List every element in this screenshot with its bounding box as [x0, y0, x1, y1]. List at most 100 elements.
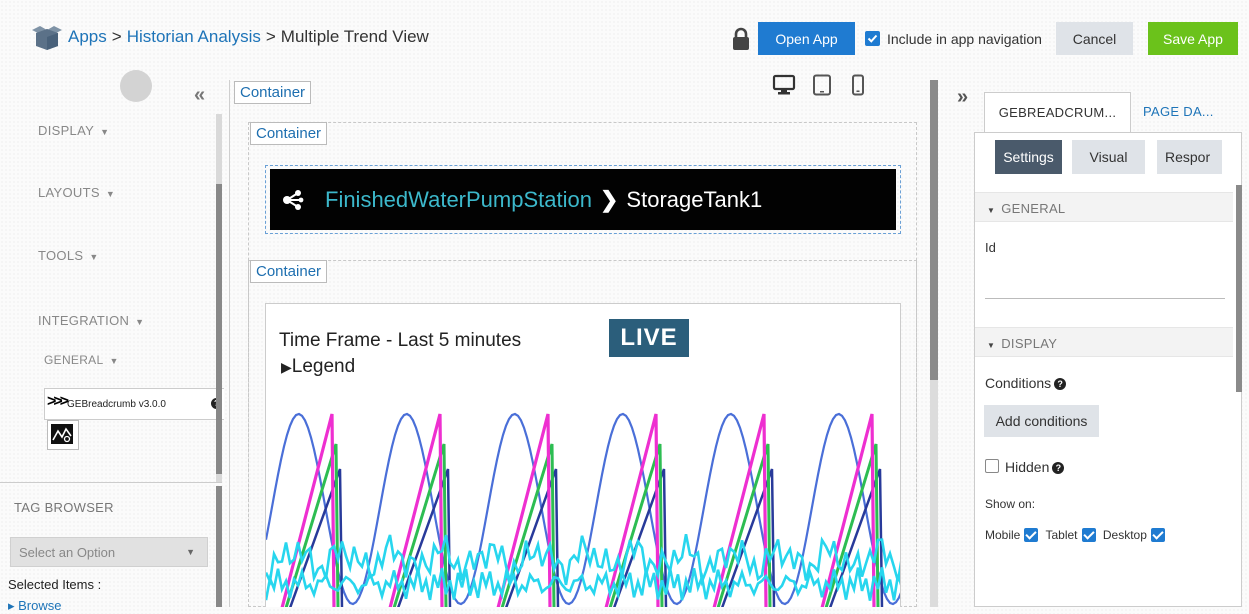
mobile-checkbox[interactable]: [1024, 528, 1039, 542]
sidebar-item-label: GENERAL: [44, 353, 104, 367]
add-conditions-button[interactable]: Add conditions: [984, 405, 1099, 437]
caret-down-icon: ▼: [109, 356, 119, 366]
lock-icon[interactable]: [732, 27, 750, 51]
desktop-checkbox[interactable]: [1150, 528, 1165, 542]
id-label: Id: [985, 240, 996, 255]
widget-trend-chart[interactable]: [47, 420, 79, 450]
display-section-header[interactable]: ▼ DISPLAY: [975, 327, 1233, 357]
tab-gebreadcrumb[interactable]: GEBREADCRUM...: [984, 92, 1131, 132]
caret-down-icon: ▼: [105, 189, 116, 199]
breadcrumb-bar: FinishedWaterPumpStation ❯ StorageTank1: [270, 169, 896, 230]
device-mobile-label: Mobile: [985, 528, 1021, 542]
hidden-label[interactable]: Hidden: [1005, 459, 1049, 475]
expand-right-icon[interactable]: »: [957, 86, 968, 109]
tablet-checkbox[interactable]: [1081, 528, 1096, 542]
desktop-icon[interactable]: [772, 74, 796, 96]
breadcrumb-separator: >: [265, 27, 276, 46]
selected-items-label: Selected Items :: [8, 577, 102, 592]
canvas-border: [229, 80, 230, 607]
browse-label: Browse: [18, 598, 62, 613]
collapse-left-icon[interactable]: «: [194, 84, 205, 107]
trend-chart-widget[interactable]: Time Frame - Last 5 minutes LIVE ▶Legend: [265, 303, 901, 607]
include-nav-checkbox[interactable]: [865, 31, 880, 46]
caret-down-icon: ▼: [100, 127, 110, 137]
legend-label: Legend: [291, 356, 356, 377]
section-title: GENERAL: [1001, 201, 1066, 216]
include-nav-label[interactable]: Include in app navigation: [887, 31, 1042, 47]
live-badge[interactable]: LIVE: [609, 319, 689, 357]
conditions-row: Conditions?: [985, 375, 1067, 391]
expand-arrow-icon: ▸: [8, 598, 19, 613]
tag-browser-title: TAG BROWSER: [14, 500, 114, 515]
avatar[interactable]: [120, 70, 152, 102]
trend-plot[interactable]: [266, 399, 901, 607]
breadcrumb-separator: >: [111, 27, 122, 46]
scrollbar-thumb[interactable]: [930, 80, 938, 380]
breadcrumb-apps-link[interactable]: Apps: [68, 27, 107, 46]
sidebar-item-label: INTEGRATION: [38, 313, 130, 328]
tab-responsive[interactable]: Respor: [1157, 140, 1222, 174]
widget-label: GEBreadcrumb v3.0.0: [67, 399, 166, 410]
breadcrumb-current-asset: StorageTank1: [626, 187, 763, 212]
legend-toggle[interactable]: ▶Legend: [281, 356, 355, 378]
box-logo-icon: [32, 26, 62, 50]
tab-settings[interactable]: Settings: [995, 140, 1062, 174]
cancel-button[interactable]: Cancel: [1056, 22, 1133, 55]
sidebar-item-display[interactable]: DISPLAY ▼: [38, 123, 109, 138]
conditions-label: Conditions: [985, 375, 1052, 391]
container-label[interactable]: Container: [234, 81, 312, 104]
tag-browser-scrollbar[interactable]: [216, 486, 222, 607]
sidebar-scrollbar[interactable]: [216, 114, 222, 482]
tablet-icon[interactable]: [812, 74, 832, 96]
widget-gebreadcrumb[interactable]: >>> GEBreadcrumb v3.0.0 ?: [44, 388, 224, 420]
time-frame-label[interactable]: Time Frame - Last 5 minutes: [279, 330, 521, 352]
hidden-row: Hidden?: [1005, 459, 1065, 475]
device-desktop-label: Desktop: [1102, 528, 1147, 542]
tab-visual[interactable]: Visual: [1072, 140, 1145, 174]
caret-down-icon: ▼: [89, 252, 99, 262]
scrollbar-thumb[interactable]: [216, 184, 222, 474]
section-title: DISPLAY: [1001, 336, 1058, 351]
divider: [0, 482, 222, 483]
sidebar-subitem-general[interactable]: GENERAL ▼: [44, 353, 119, 367]
breadcrumb-path: FinishedWaterPumpStation ❯ StorageTank1: [325, 187, 762, 213]
device-tablet-label: Tablet: [1045, 528, 1078, 542]
properties-scrollbar[interactable]: [1236, 185, 1242, 392]
id-field-underline: [985, 298, 1225, 299]
open-app-button[interactable]: Open App: [758, 22, 855, 55]
breadcrumb-current-page: Multiple Trend View: [280, 27, 429, 46]
breadcrumb-asset-link[interactable]: FinishedWaterPumpStation: [325, 187, 592, 212]
chevron-right-icon: ❯: [599, 187, 619, 212]
sidebar-item-label: LAYOUTS: [38, 185, 100, 200]
browse-link[interactable]: ▸ Browse: [8, 598, 62, 614]
breadcrumb-widget-icon: >>>: [47, 393, 69, 410]
caret-down-icon: ▼: [135, 317, 145, 327]
tag-select-dropdown[interactable]: Select an Option ▼: [10, 537, 208, 567]
id-field[interactable]: [985, 268, 1225, 296]
device-visibility-row: Mobile Tablet Desktop: [985, 528, 1169, 542]
triangle-down-icon: ▼: [987, 206, 996, 215]
general-section-header[interactable]: ▼ GENERAL: [975, 192, 1233, 222]
hierarchy-icon: [283, 190, 304, 210]
sidebar-item-tools[interactable]: TOOLS ▼: [38, 248, 99, 263]
breadcrumb-app-link[interactable]: Historian Analysis: [127, 27, 261, 46]
breadcrumb: Apps > Historian Analysis > Multiple Trend V…: [68, 27, 429, 47]
container-label[interactable]: Container: [250, 260, 328, 283]
triangle-right-icon: ▶: [281, 359, 292, 375]
checkmark-icon: [867, 34, 878, 43]
mobile-icon[interactable]: [850, 74, 866, 96]
trend-chart-icon: [51, 424, 73, 444]
hidden-checkbox[interactable]: [985, 459, 999, 473]
sidebar-item-label: DISPLAY: [38, 123, 95, 138]
container-label[interactable]: Container: [250, 122, 328, 145]
chevron-down-icon: ▼: [186, 547, 195, 557]
help-icon[interactable]: ?: [1052, 462, 1065, 474]
canvas-scrollbar[interactable]: [930, 80, 938, 607]
sidebar-item-integration[interactable]: INTEGRATION ▼: [38, 313, 144, 328]
tab-page-data[interactable]: PAGE DA...: [1143, 104, 1214, 119]
sidebar-item-layouts[interactable]: LAYOUTS ▼: [38, 185, 115, 200]
top-bar: Apps > Historian Analysis > Multiple Trend V…: [0, 0, 1249, 68]
gebreadcrumb-widget[interactable]: FinishedWaterPumpStation ❯ StorageTank1: [265, 165, 901, 234]
help-icon[interactable]: ?: [1054, 378, 1067, 390]
save-app-button[interactable]: Save App: [1148, 22, 1238, 55]
